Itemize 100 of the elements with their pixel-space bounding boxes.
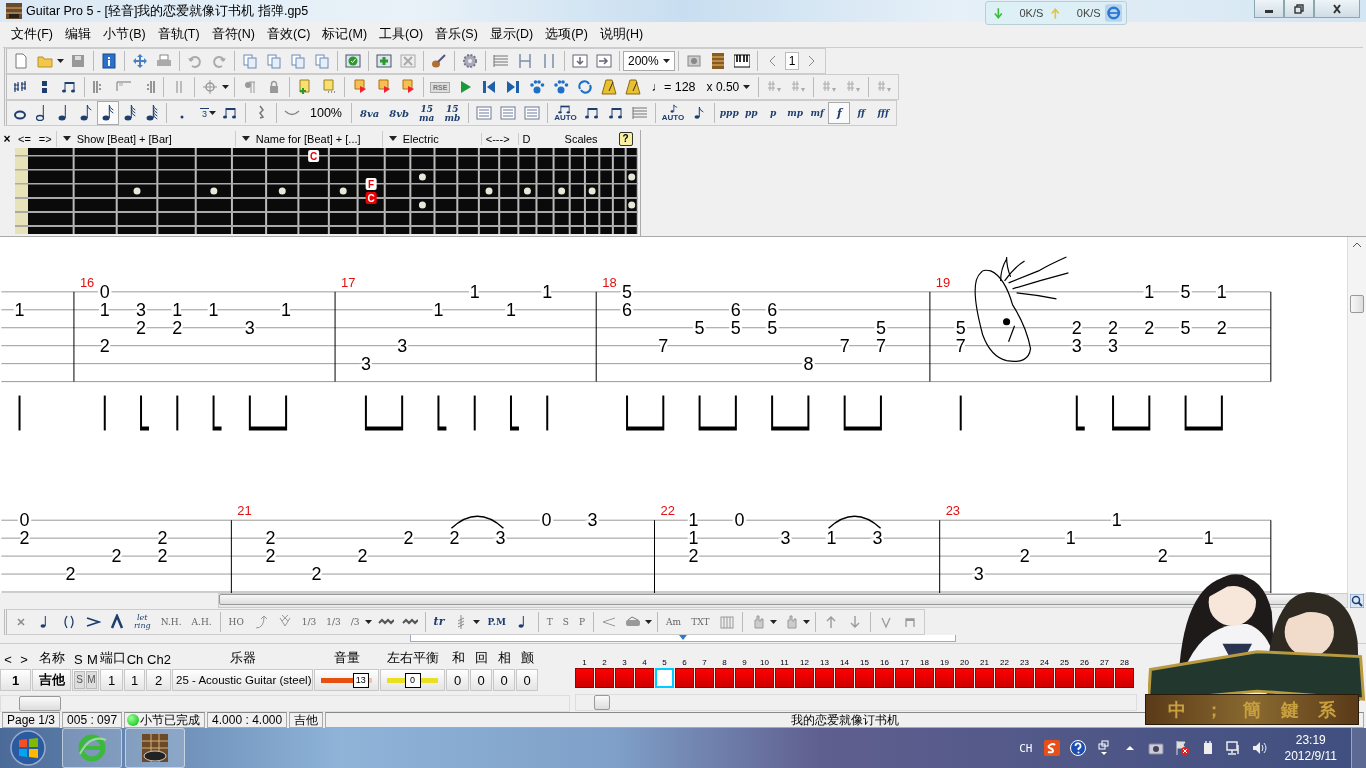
column-header[interactable]: 乐器 bbox=[172, 649, 314, 668]
solo-button[interactable]: S bbox=[74, 671, 85, 690]
bar-cell[interactable] bbox=[995, 668, 1014, 688]
volume-icon[interactable] bbox=[1251, 740, 1268, 756]
remove-bar-icon[interactable] bbox=[400, 53, 416, 69]
dynamics-button[interactable]: ppp bbox=[718, 102, 741, 124]
language-indicator[interactable]: CH bbox=[1019, 741, 1033, 755]
dynamics-button[interactable]: f bbox=[828, 102, 851, 124]
loop-icon[interactable] bbox=[577, 79, 594, 95]
fret-number[interactable]: 2 bbox=[157, 528, 168, 549]
column-header[interactable]: Ch bbox=[124, 652, 146, 668]
fret-number[interactable]: 2 bbox=[172, 317, 183, 338]
triplet-icon[interactable] bbox=[61, 79, 77, 95]
key-signature-icon[interactable] bbox=[13, 79, 29, 95]
next-track-button[interactable]: > bbox=[20, 652, 28, 668]
fret-number[interactable]: 0 bbox=[541, 510, 552, 531]
fret-number[interactable]: 1 bbox=[1111, 510, 1122, 531]
multitrack-icon[interactable] bbox=[493, 53, 509, 69]
paw-icon[interactable] bbox=[529, 79, 546, 95]
horizontal-scrollbar[interactable] bbox=[575, 694, 1137, 711]
fret-number[interactable]: 1 bbox=[469, 281, 480, 302]
pilcrow-icon[interactable] bbox=[242, 79, 258, 95]
velocity-label[interactable]: 100% bbox=[310, 106, 342, 120]
scrollbar-thumb[interactable] bbox=[594, 695, 610, 710]
let-ring-button[interactable]: let ring bbox=[134, 613, 151, 630]
effect-button[interactable]: Am bbox=[666, 616, 682, 627]
menu-item[interactable]: 选项(P) bbox=[539, 26, 594, 43]
fret-number[interactable]: 7 bbox=[839, 335, 850, 356]
check-icon[interactable] bbox=[345, 53, 361, 69]
fret-number[interactable]: 1 bbox=[14, 299, 25, 320]
bar-cell[interactable] bbox=[835, 668, 854, 688]
mixer-icon[interactable] bbox=[718, 613, 735, 630]
auto-beam-button[interactable]: AUTO bbox=[554, 104, 577, 122]
track-name[interactable]: 吉他 bbox=[32, 669, 71, 691]
document-icon[interactable] bbox=[242, 53, 258, 69]
bar-cell[interactable] bbox=[1055, 668, 1074, 688]
fret-number[interactable]: 2 bbox=[265, 546, 276, 567]
fret-number[interactable]: 7 bbox=[955, 335, 966, 356]
fret-number[interactable]: 0 bbox=[19, 510, 30, 531]
effect-button[interactable]: /3 bbox=[350, 616, 360, 627]
add-bar-icon[interactable] bbox=[376, 53, 392, 69]
flag-icon[interactable] bbox=[376, 79, 392, 95]
scroll-up-icon[interactable] bbox=[1352, 241, 1362, 249]
bar-cell[interactable] bbox=[1035, 668, 1054, 688]
metronome-icon[interactable] bbox=[601, 79, 618, 95]
menu-item[interactable]: 说明(H) bbox=[593, 26, 650, 43]
help-icon[interactable] bbox=[1069, 740, 1086, 756]
bar-cell[interactable] bbox=[775, 668, 794, 688]
fret-number[interactable]: 0 bbox=[99, 281, 110, 302]
guitar-icon[interactable] bbox=[431, 53, 447, 69]
fret-number[interactable]: 2 bbox=[265, 528, 276, 549]
add-marker-icon[interactable] bbox=[297, 79, 313, 95]
fret-number[interactable]: 5 bbox=[622, 281, 633, 302]
slash-icon[interactable] bbox=[222, 105, 238, 121]
page-view-icon[interactable] bbox=[517, 53, 533, 69]
speed-dropdown[interactable]: x 0.50 bbox=[701, 77, 756, 97]
column-header[interactable]: M bbox=[87, 652, 98, 668]
fret-number[interactable]: 3 bbox=[360, 353, 371, 374]
document-icon[interactable] bbox=[266, 53, 282, 69]
bar-cell[interactable] bbox=[855, 668, 874, 688]
fret-number[interactable]: 5 bbox=[1180, 317, 1191, 338]
fret-number[interactable]: 6 bbox=[767, 299, 778, 320]
zoom-icon[interactable] bbox=[1350, 593, 1364, 608]
staff-icon[interactable] bbox=[524, 105, 541, 121]
flag-icon[interactable] bbox=[352, 79, 368, 95]
bar-cell[interactable] bbox=[875, 668, 894, 688]
document-icon[interactable] bbox=[314, 53, 330, 69]
bar-cell[interactable] bbox=[675, 668, 694, 688]
fret-number[interactable]: 3 bbox=[780, 528, 791, 549]
fret-number[interactable]: 2 bbox=[1108, 317, 1119, 338]
flag-icon[interactable] bbox=[400, 79, 416, 95]
bar-cell[interactable] bbox=[595, 668, 614, 688]
staff-icon[interactable] bbox=[476, 105, 493, 121]
bar-cell[interactable] bbox=[655, 668, 674, 688]
show-desktop-button[interactable] bbox=[1351, 728, 1366, 768]
range-button[interactable]: <---> bbox=[480, 133, 510, 145]
ottava-button[interactable]: 15 ma bbox=[419, 103, 435, 123]
name-dropdown[interactable]: Name for [Beat] + [...] bbox=[234, 131, 382, 147]
fret-number[interactable]: 5 bbox=[730, 317, 741, 338]
fret-number[interactable]: 2 bbox=[99, 335, 110, 356]
fret-number[interactable]: 1 bbox=[99, 299, 110, 320]
fretboard[interactable]: C F C bbox=[15, 148, 638, 234]
column-header[interactable]: 名称 bbox=[32, 649, 72, 668]
fret-number[interactable]: 1 bbox=[281, 299, 292, 320]
camera-icon[interactable] bbox=[1147, 740, 1164, 756]
column-header[interactable]: 端口 bbox=[100, 649, 124, 668]
minimize-button[interactable] bbox=[1254, 0, 1284, 18]
fret-number[interactable]: 2 bbox=[403, 528, 414, 549]
scrollbar-thumb[interactable] bbox=[219, 594, 1329, 605]
network-icon[interactable] bbox=[1095, 740, 1112, 756]
document-icon[interactable] bbox=[290, 53, 306, 69]
fret-number[interactable]: 3 bbox=[587, 510, 598, 531]
effect-button[interactable]: N.H. bbox=[160, 616, 182, 627]
fret-number[interactable]: 6 bbox=[730, 299, 741, 320]
column-header[interactable]: 左右平衡 bbox=[380, 649, 446, 668]
fret-number[interactable]: 2 bbox=[136, 317, 147, 338]
fret-number[interactable]: 2 bbox=[111, 546, 122, 567]
help-button[interactable]: ? bbox=[618, 132, 633, 146]
fret-number[interactable]: 3 bbox=[973, 564, 984, 585]
marker-icon[interactable] bbox=[321, 79, 337, 95]
